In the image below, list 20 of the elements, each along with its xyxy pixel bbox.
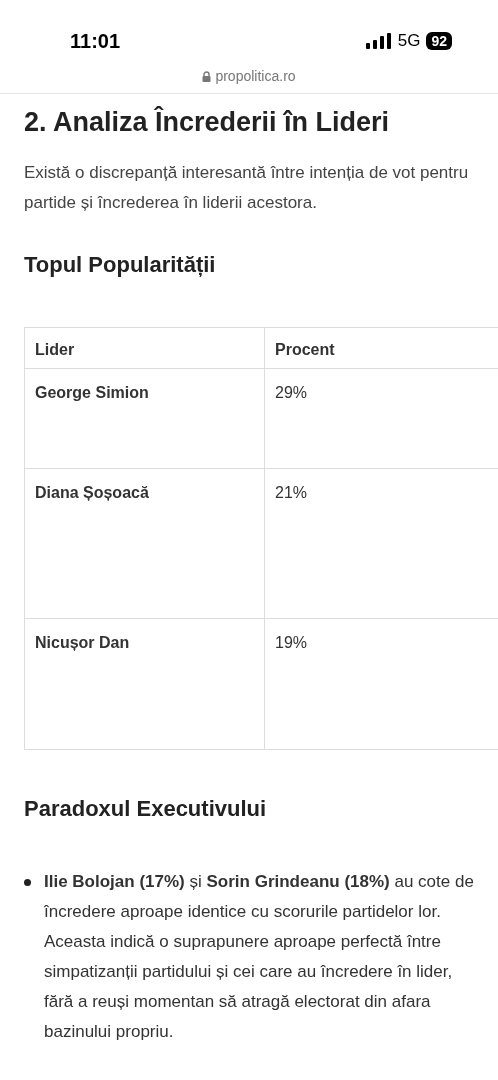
article-heading: 2. Analiza Încrederii în Lideri	[24, 105, 391, 139]
table-heading: Topul Popularității	[24, 251, 217, 279]
table-cell-text: 29%	[274, 383, 309, 403]
lock-icon	[202, 71, 212, 82]
url-text[interactable]: propolitica.ro	[215, 66, 296, 87]
clock: 11:01	[70, 29, 121, 54]
table-cell-text: 21%	[274, 483, 309, 503]
bullet-icon	[24, 879, 31, 886]
battery-indicator: 92	[426, 32, 452, 50]
section-heading: Paradoxul Executivului	[24, 795, 268, 823]
intro-paragraph: Există o discrepanță interesantă între intenția de vot pentru partide și încrederea în liderii acestora.	[24, 162, 470, 214]
table-cell: Nicușor Dan	[25, 619, 265, 749]
signal-icon	[365, 33, 392, 49]
network-label: 5G	[397, 30, 421, 53]
column-header: Lider	[25, 328, 265, 368]
table-cell: George Simion	[25, 369, 265, 468]
bullet-text: Ilie Bolojan (17%) și Sorin Grindeanu (18%) au cote de încredere aproape identice cu scorurile partidelor lor. Aceasta indică o suprapunere aproape perfectă între simpatizanții partidului și cei care au încredere în lider, fără a reuși momentan să atragă electorat din afara bazinului propriu.	[44, 871, 475, 1043]
table-cell-text: 19%	[274, 633, 309, 653]
column-header: Procent	[274, 340, 336, 360]
table-cell: Diana Șoșoacă	[25, 469, 265, 618]
